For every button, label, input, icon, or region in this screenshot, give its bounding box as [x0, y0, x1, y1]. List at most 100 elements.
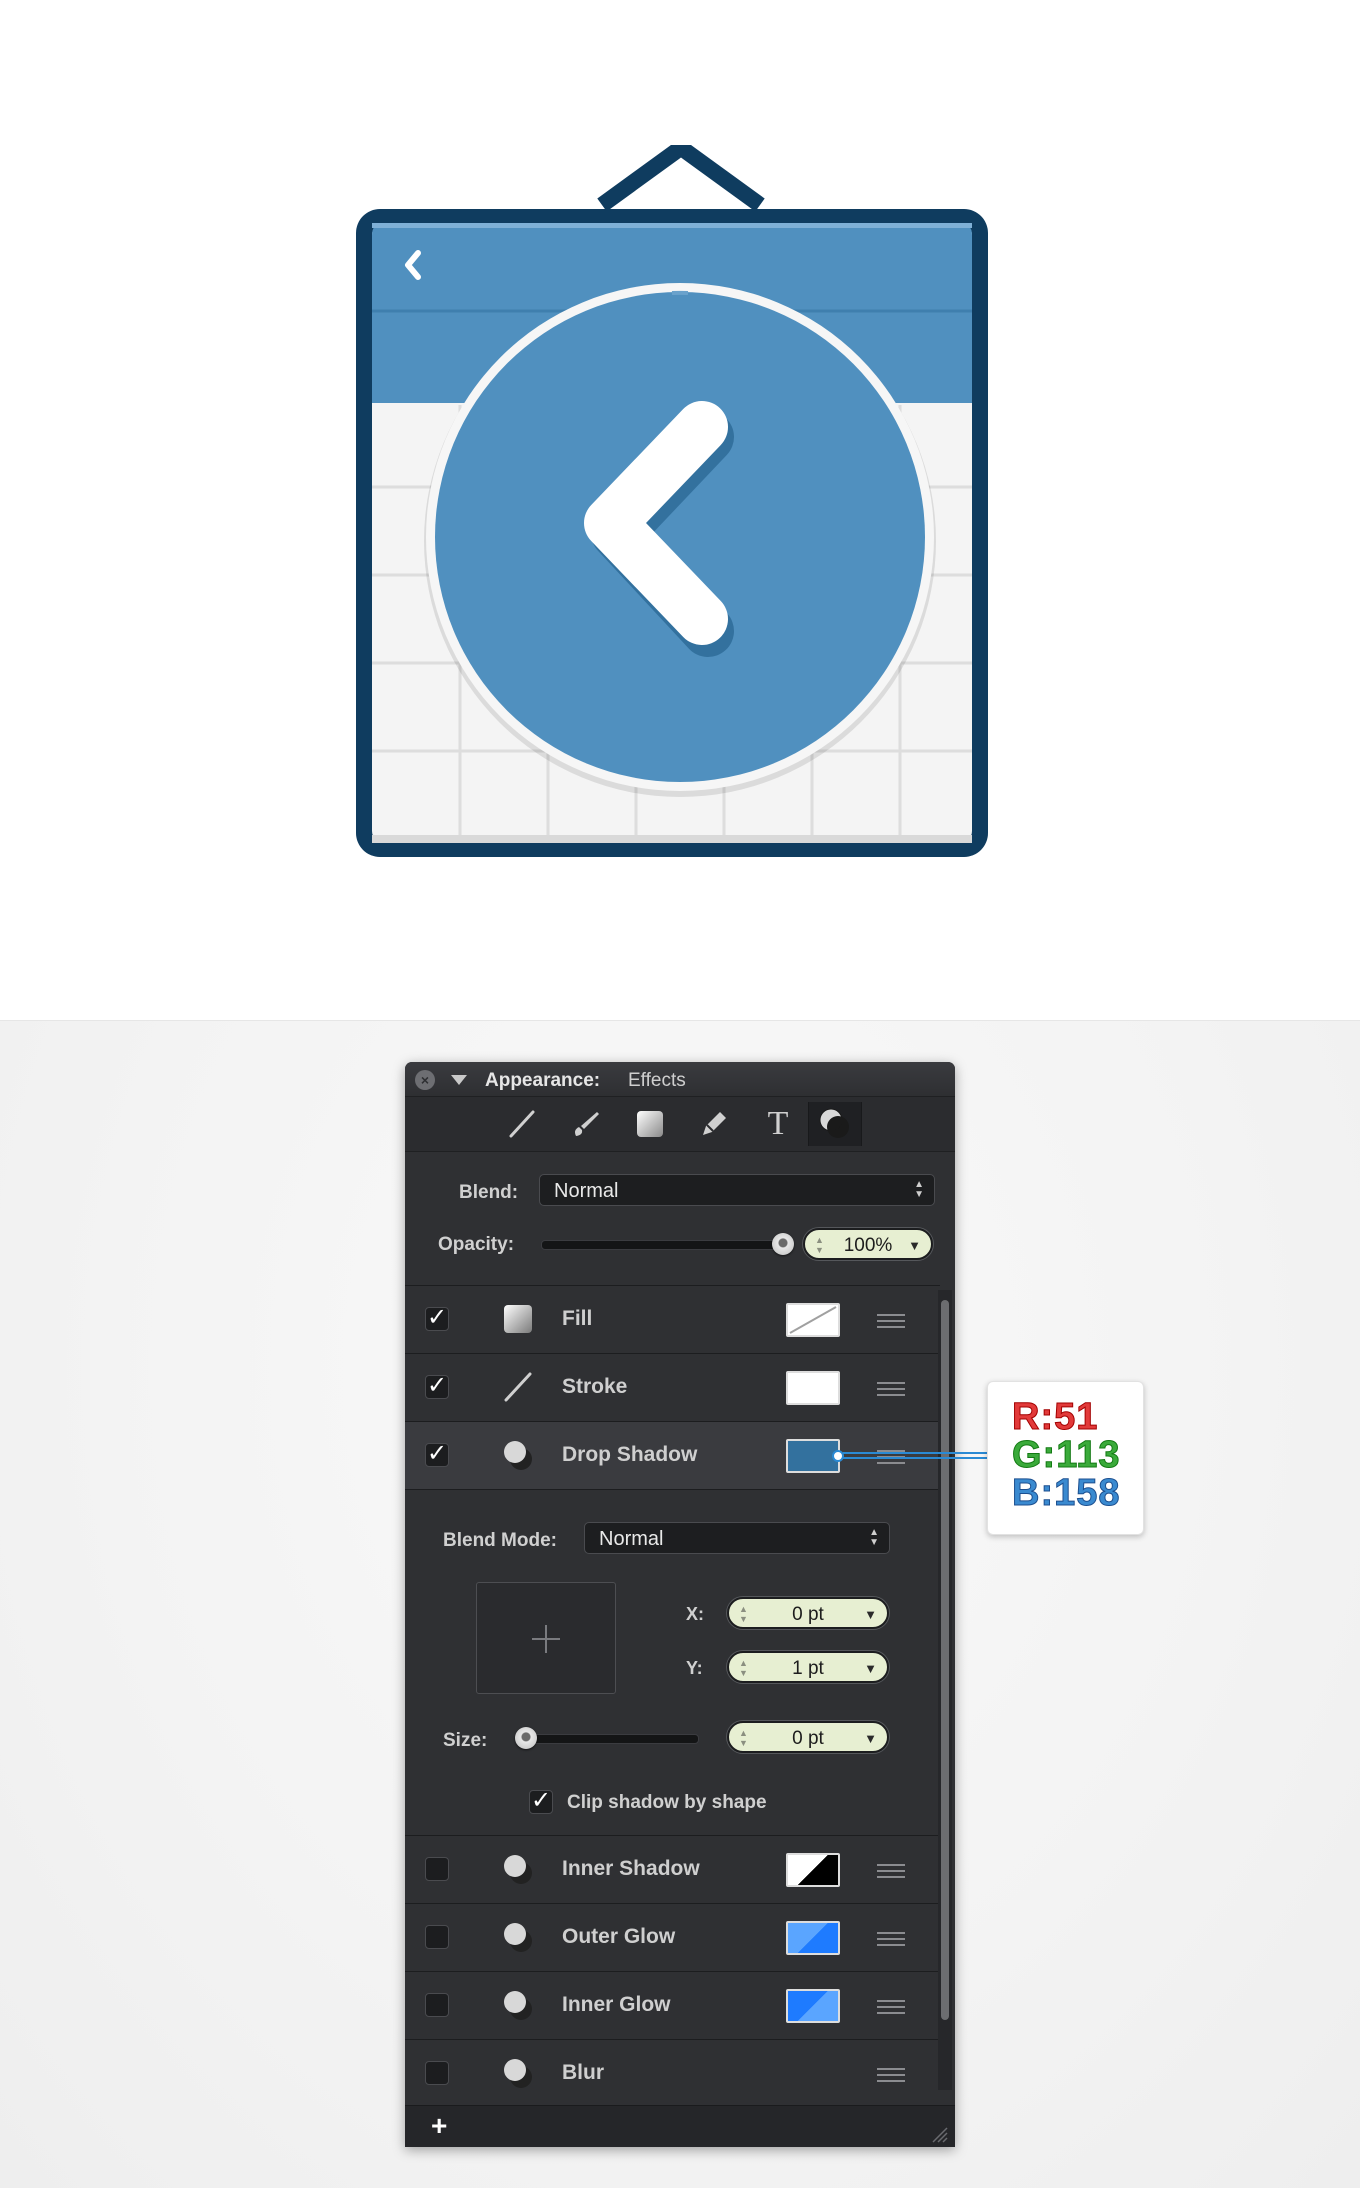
size-label: Size:: [443, 1730, 488, 1751]
red-value: R:51: [1011, 1396, 1099, 1439]
dropdown-caret-icon[interactable]: ▼: [864, 1723, 877, 1755]
appearance-panel: × Appearance: Effects T Blend: Normal ▲ ▼…: [405, 1062, 955, 2147]
blue-value: B:158: [1012, 1472, 1121, 1515]
effects-tool-icon[interactable]: [808, 1102, 862, 1146]
select-arrows-icon: ▲ ▼: [869, 1527, 879, 1548]
divider: [405, 1489, 940, 1490]
size-stepper[interactable]: ▲ ▼ 0 pt ▼: [727, 1721, 889, 1753]
drop-shadow-label: Drop Shadow: [562, 1443, 698, 1466]
y-label: Y:: [686, 1658, 703, 1678]
stroke-tool-icon[interactable]: [496, 1102, 548, 1146]
drag-handle-icon[interactable]: [877, 1314, 905, 1328]
x-value: 0 pt: [792, 1604, 824, 1625]
fill-effect-icon: [504, 1305, 532, 1333]
opacity-slider-knob[interactable]: [772, 1233, 794, 1255]
green-value: G:113: [1012, 1434, 1121, 1477]
blend-label: Blend:: [459, 1182, 519, 1203]
stepper-arrows-icon[interactable]: ▲ ▼: [739, 1658, 748, 1678]
effect-row-stroke[interactable]: ✓ Stroke: [405, 1354, 940, 1421]
size-value: 0 pt: [792, 1728, 824, 1749]
dropdown-caret-icon[interactable]: ▼: [864, 1653, 877, 1685]
panel-subtitle: Effects: [628, 1070, 686, 1091]
brush-tool-icon[interactable]: [560, 1102, 612, 1146]
scrollbar-thumb[interactable]: [941, 1300, 949, 2020]
outer-glow-effect-icon: [504, 1923, 532, 1952]
drag-handle-icon[interactable]: [877, 2000, 905, 2014]
resize-grip-icon[interactable]: [927, 2122, 949, 2144]
hanger: [597, 145, 765, 212]
effect-row-inner-glow[interactable]: Inner Glow: [405, 1972, 940, 2039]
blend-select[interactable]: Normal ▲ ▼: [539, 1174, 935, 1206]
panel-title: Appearance:: [485, 1070, 601, 1091]
calendar-bottom-edge: [372, 835, 972, 843]
tool-tabs: T: [405, 1097, 955, 1152]
collapse-triangle-icon[interactable]: [451, 1075, 467, 1085]
crosshair-icon: [532, 1625, 560, 1653]
panel-titlebar: × Appearance: Effects: [405, 1062, 955, 1097]
stepper-arrows-icon[interactable]: ▲ ▼: [739, 1728, 748, 1748]
pen-tool-icon[interactable]: [688, 1102, 740, 1146]
stroke-swatch[interactable]: [786, 1371, 840, 1405]
color-value-callout: R:51 G:113 B:158: [987, 1381, 1144, 1535]
dropdown-caret-icon[interactable]: ▼: [908, 1230, 921, 1262]
stepper-arrows-icon[interactable]: ▲ ▼: [815, 1235, 824, 1255]
opacity-slider-track[interactable]: [541, 1240, 785, 1250]
blend-mode-select-value: Normal: [599, 1528, 664, 1550]
opacity-value: 100%: [843, 1235, 893, 1256]
opacity-label: Opacity:: [438, 1234, 515, 1255]
drag-handle-icon[interactable]: [877, 2068, 905, 2082]
effect-row-fill[interactable]: ✓ Fill: [405, 1286, 940, 1353]
inner-glow-checkbox[interactable]: [425, 1993, 449, 2017]
stroke-checkbox[interactable]: ✓: [425, 1374, 449, 1399]
dropdown-caret-icon[interactable]: ▼: [864, 1599, 877, 1631]
inner-shadow-swatch[interactable]: [786, 1853, 840, 1887]
text-tool-glyph: T: [767, 1105, 789, 1142]
blur-label: Blur: [562, 2061, 604, 2084]
size-slider-knob[interactable]: [515, 1727, 537, 1749]
drag-handle-icon[interactable]: [877, 1932, 905, 1946]
callout-connector: [832, 1450, 988, 1462]
y-value: 1 pt: [792, 1658, 824, 1679]
fill-tool-icon[interactable]: [624, 1102, 676, 1146]
size-slider-track[interactable]: [515, 1734, 699, 1744]
effect-row-blur[interactable]: Blur: [405, 2040, 940, 2107]
text-tool-icon[interactable]: T: [752, 1102, 804, 1146]
stepper-arrows-icon[interactable]: ▲ ▼: [739, 1604, 748, 1624]
fill-swatch[interactable]: [786, 1303, 840, 1337]
blend-mode-select[interactable]: Normal ▲ ▼: [584, 1522, 890, 1554]
x-stepper[interactable]: ▲ ▼ 0 pt ▼: [727, 1597, 889, 1629]
fill-checkbox[interactable]: ✓: [425, 1306, 449, 1331]
close-icon[interactable]: ×: [415, 1070, 435, 1090]
opacity-stepper[interactable]: ▲ ▼ 100% ▼: [803, 1228, 933, 1260]
inner-shadow-effect-icon: [504, 1855, 532, 1884]
drag-handle-icon[interactable]: [877, 1382, 905, 1396]
stroke-label: Stroke: [562, 1375, 628, 1398]
drop-shadow-effect-icon: [504, 1441, 532, 1470]
stroke-effect-icon: [504, 1372, 532, 1402]
blend-select-value: Normal: [554, 1180, 619, 1202]
y-stepper[interactable]: ▲ ▼ 1 pt ▼: [727, 1651, 889, 1683]
add-effect-button[interactable]: +: [431, 2110, 447, 2142]
big-circle: [435, 292, 925, 782]
fill-label: Fill: [562, 1307, 593, 1330]
drag-handle-icon[interactable]: [877, 1864, 905, 1878]
outer-glow-checkbox[interactable]: [425, 1925, 449, 1949]
clip-shadow-label: Clip shadow by shape: [567, 1792, 767, 1813]
clip-shadow-checkbox[interactable]: ✓: [529, 1789, 553, 1814]
inner-shadow-checkbox[interactable]: [425, 1857, 449, 1881]
outer-glow-swatch[interactable]: [786, 1921, 840, 1955]
outer-glow-label: Outer Glow: [562, 1925, 676, 1948]
blur-effect-icon: [504, 2059, 532, 2088]
scrollbar[interactable]: [938, 1290, 952, 2090]
inner-shadow-label: Inner Shadow: [562, 1857, 700, 1880]
shadow-offset-pad[interactable]: [476, 1582, 616, 1694]
canvas-area: [0, 0, 1360, 1020]
effect-row-inner-shadow[interactable]: Inner Shadow: [405, 1836, 940, 1903]
blur-checkbox[interactable]: [425, 2061, 449, 2085]
effect-row-outer-glow[interactable]: Outer Glow: [405, 1904, 940, 1971]
inner-glow-swatch[interactable]: [786, 1989, 840, 2023]
blend-mode-label: Blend Mode:: [443, 1530, 557, 1551]
x-label: X:: [686, 1604, 704, 1624]
back-calendar-illustration: [356, 145, 988, 857]
drop-shadow-checkbox[interactable]: ✓: [425, 1442, 449, 1467]
